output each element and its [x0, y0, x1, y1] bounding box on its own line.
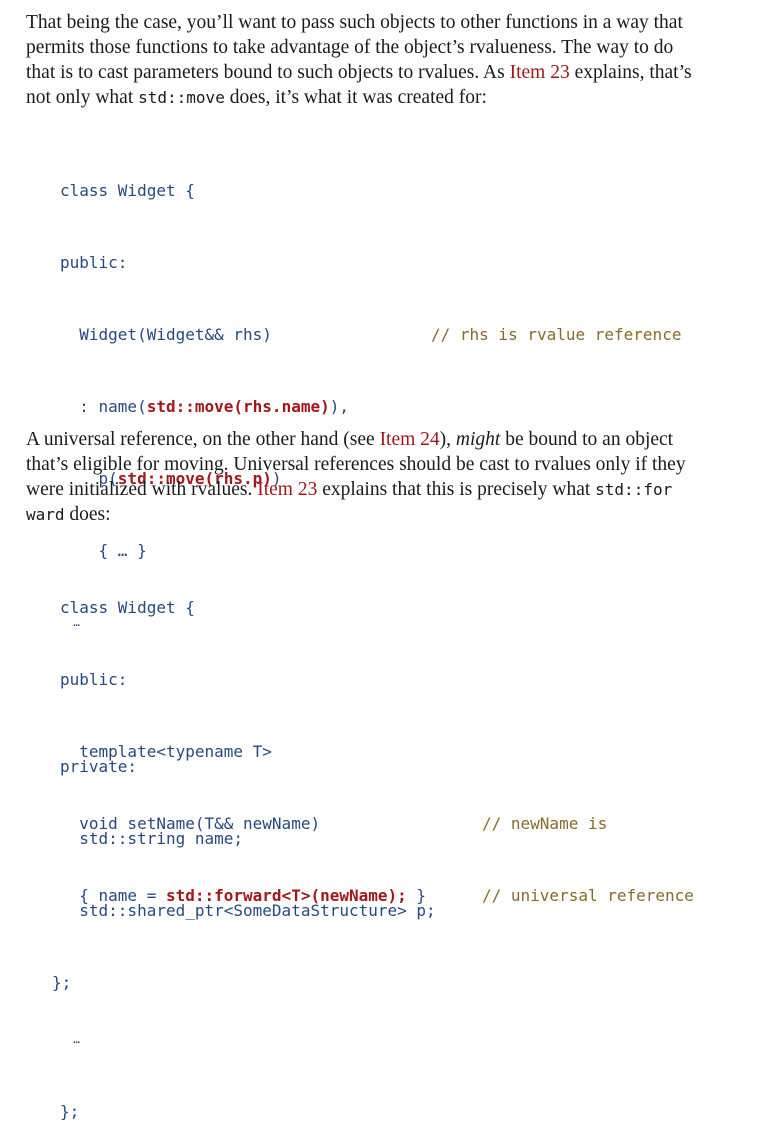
para2-line-1: A universal reference, on the other hand… — [26, 427, 748, 452]
para2-line-3-a: were initialized with rvalues. — [26, 479, 258, 500]
code2-line-7: }; — [60, 1102, 80, 1121]
para2-line-4: ward does: — [26, 502, 748, 527]
para1-line-4: not only what std::move does, it’s what … — [26, 85, 748, 110]
item-24-link[interactable]: Item 24 — [380, 429, 440, 450]
code2-forward-call: std::forward<T>(newName); — [165, 886, 407, 905]
code1-line-4-c: ), — [329, 397, 349, 416]
para1-line-4-text-b: does, it’s what it was created for: — [224, 87, 487, 108]
code1-comment-rhs: // rhs is rvalue reference — [431, 325, 682, 344]
code2-blank — [60, 956, 426, 980]
para2-line-1-b: ), — [439, 429, 456, 450]
code1-line-2: public: — [60, 253, 128, 272]
code2-line-2: public: — [60, 670, 128, 689]
std-forward-inline-code-part1: std::for — [595, 480, 673, 499]
code1-line-1: class Widget { — [60, 181, 195, 200]
code2-ellipsis: … — [60, 1033, 80, 1046]
code2-line-5: { name = std::forward<T>(newName); } // u… — [60, 884, 694, 908]
code2-comment-newname: // newName is — [482, 814, 608, 833]
std-move-inline-code: std::move — [138, 88, 225, 107]
paragraph-1: That being the case, you’ll want to pass… — [26, 10, 748, 110]
code2-line-1: class Widget { — [60, 598, 195, 617]
para2-line-1-a: A universal reference, on the other hand… — [26, 429, 380, 450]
code2-line-5-a: { name = — [60, 886, 166, 905]
std-forward-inline-code-part2: ward — [26, 505, 65, 524]
para2-line-2: that’s eligible for moving. Universal re… — [26, 454, 686, 475]
para1-line-1: That being the case, you’ll want to pass… — [26, 12, 683, 33]
para1-line-3-text-a: that is to cast parameters bound to such… — [26, 62, 510, 83]
para2-line-4-b: does: — [64, 504, 111, 525]
code1-line-4-a: : name( — [60, 397, 147, 416]
para2-might-emphasis: might — [455, 429, 501, 450]
para2-line-3-b: explains that this is precisely what — [317, 479, 596, 500]
paragraph-2: A universal reference, on the other hand… — [26, 427, 748, 527]
code1-move-name: std::move(rhs.name) — [146, 397, 330, 416]
para2-line-3: were initialized with rvalues. Item 23 e… — [26, 477, 748, 502]
code2-line-4: void setName(T&& newName) // newName is — [60, 812, 607, 836]
item-23-link-2[interactable]: Item 23 — [257, 479, 317, 500]
code2-line-3: template<typename T> — [60, 742, 272, 761]
code2-line-5-c: } — [406, 886, 427, 905]
para1-line-3: that is to cast parameters bound to such… — [26, 60, 748, 85]
para1-line-3-text-b: explains, that’s — [569, 62, 692, 83]
para1-line-4-text-a: not only what — [26, 87, 139, 108]
code2-comment-universal: // universal reference — [482, 886, 694, 905]
code-block-2: class Widget { public: template<typename… — [60, 548, 694, 1148]
para1-line-2: permits those functions to take advantag… — [26, 37, 674, 58]
code1-line-3-text: Widget(Widget&& rhs) — [60, 325, 272, 344]
item-23-link[interactable]: Item 23 — [510, 62, 570, 83]
code1-line-4: : name(std::move(rhs.name)), — [60, 395, 436, 419]
code1-line-3: Widget(Widget&& rhs) // rhs is rvalue ref… — [60, 323, 681, 347]
para2-line-1-c: be bound to an object — [500, 429, 674, 450]
code2-line-4-text: void setName(T&& newName) — [60, 814, 321, 833]
